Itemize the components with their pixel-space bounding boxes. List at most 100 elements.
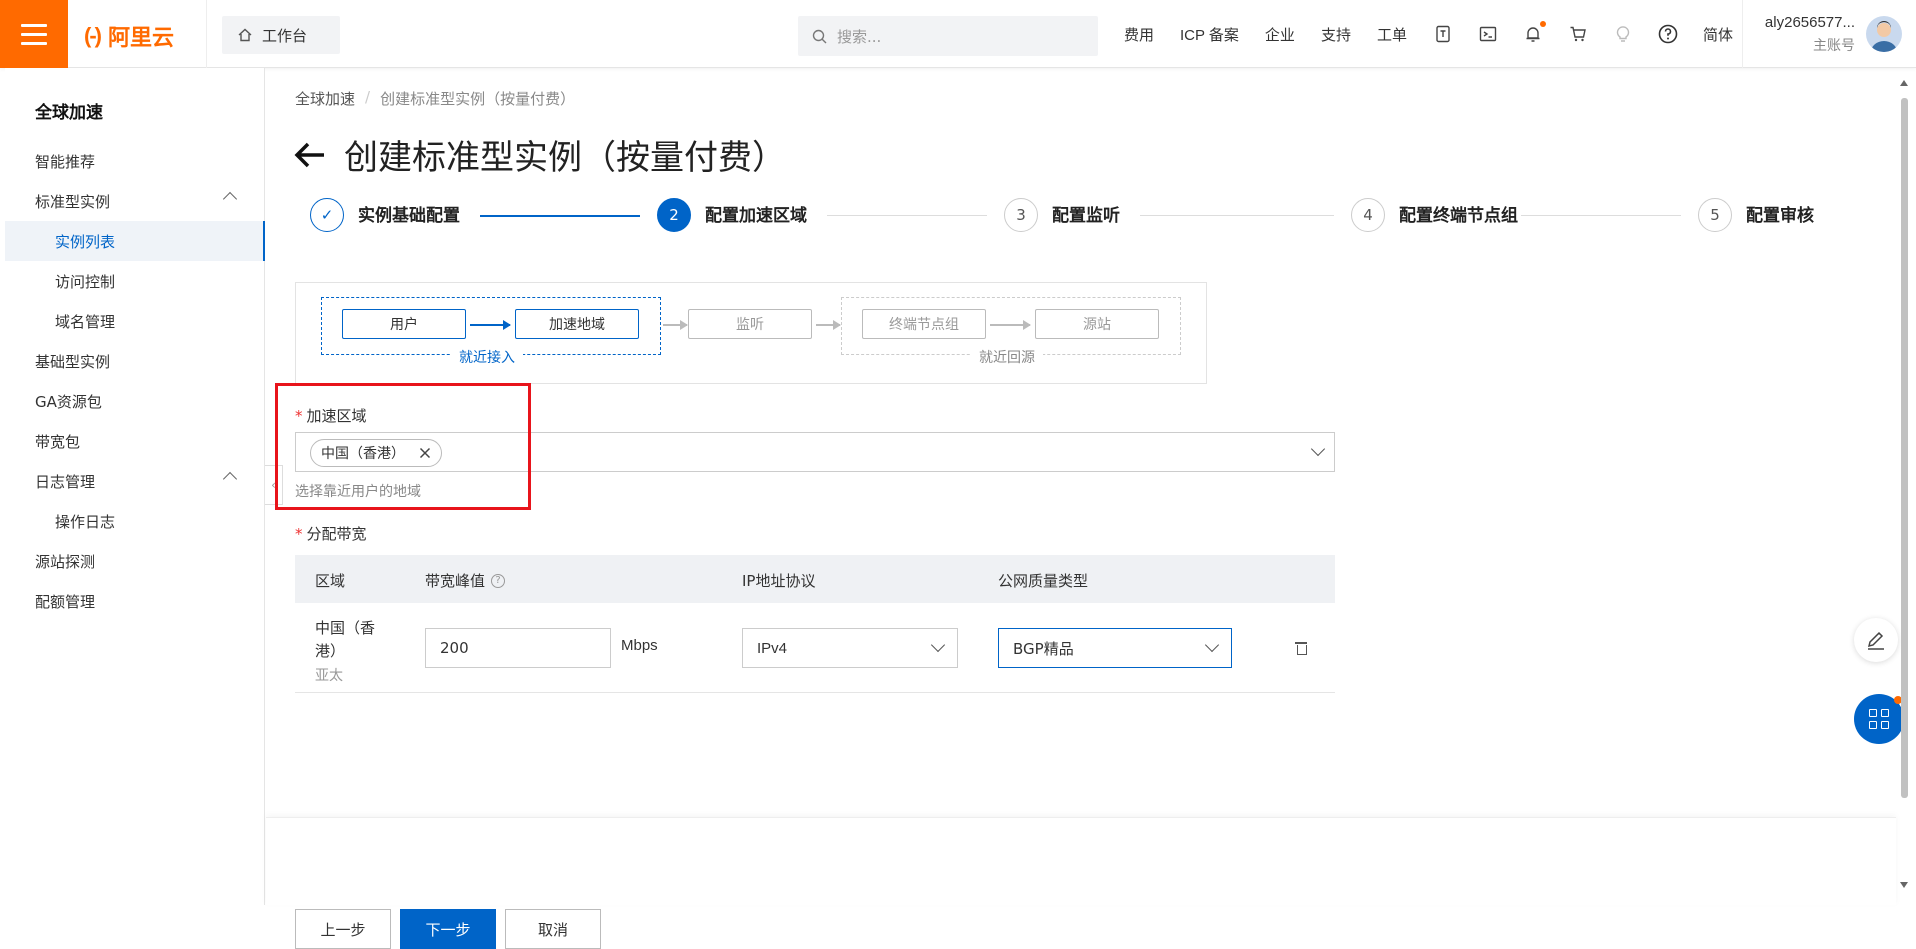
sidebar-item-label: 域名管理 <box>55 312 116 331</box>
language-switch[interactable]: 简体 <box>1703 24 1733 45</box>
breadcrumb-root[interactable]: 全球加速 <box>295 88 355 109</box>
nav-enterprise[interactable]: 企业 <box>1265 24 1295 45</box>
help-icon[interactable] <box>1658 24 1678 44</box>
account-name: aly2656577... <box>1764 14 1855 31</box>
table-row: 中国（香港） 亚太 200 Mbps IPv4 BGP精品 <box>295 603 1335 693</box>
step-number: 5 <box>1698 198 1732 232</box>
footer-bar: 上一步 下一步 取消 <box>266 817 1896 949</box>
sidebar-item-origin-probe[interactable]: 源站探测 <box>5 541 265 581</box>
scrollbar[interactable] <box>1898 76 1910 896</box>
scroll-down-icon[interactable] <box>1900 882 1908 888</box>
table-header: 区域 带宽峰值 ? IP地址协议 公网质量类型 <box>295 555 1335 603</box>
sidebar-item-quota-management[interactable]: 配额管理 <box>5 581 265 621</box>
notification-dot <box>1539 21 1546 27</box>
chevron-down-icon <box>1310 441 1326 457</box>
menu-icon[interactable] <box>0 0 68 68</box>
account-info[interactable]: aly2656577... 主账号 <box>1755 14 1855 55</box>
endpoint-group-box: 终端节点组 <box>862 309 986 339</box>
column-header-bandwidth: 带宽峰值 ? <box>425 570 506 591</box>
sidebar-item-label: 源站探测 <box>35 552 96 571</box>
search-placeholder: 搜索... <box>837 27 882 46</box>
required-mark: * <box>295 525 303 543</box>
next-button[interactable]: 下一步 <box>400 909 496 949</box>
column-header-quality: 公网质量类型 <box>998 572 1089 590</box>
sidebar-item-ga-package[interactable]: GA资源包 <box>5 381 265 421</box>
sidebar-item-basic-instance[interactable]: 基础型实例 <box>5 341 265 381</box>
column-header-label: 带宽峰值 <box>425 572 486 590</box>
breadcrumb-separator: / <box>365 88 371 106</box>
sidebar-item-domain-management[interactable]: 域名管理 <box>5 301 265 341</box>
column-header-ip-protocol: IP地址协议 <box>742 572 816 590</box>
terminal-icon[interactable] <box>1478 24 1498 44</box>
step-2: 2 配置加速区域 <box>657 198 825 232</box>
sidebar-title: 全球加速 <box>35 103 103 123</box>
avatar[interactable] <box>1866 16 1902 52</box>
scroll-up-icon[interactable] <box>1900 80 1908 86</box>
help-icon[interactable]: ? <box>491 573 506 588</box>
workbench-label: 工作台 <box>262 26 308 45</box>
cart-icon[interactable] <box>1568 24 1588 44</box>
sidebar-item-label: 基础型实例 <box>35 352 111 371</box>
nav-icp[interactable]: ICP 备案 <box>1180 24 1239 45</box>
divider <box>206 0 207 68</box>
step-label: 实例基础配置 <box>358 206 460 226</box>
bulb-icon[interactable] <box>1613 24 1633 44</box>
back-arrow-icon[interactable] <box>294 141 326 169</box>
bandwidth-label-text: 分配带宽 <box>306 525 367 543</box>
sidebar-item-log-management[interactable]: 日志管理 <box>5 461 265 501</box>
highlight-box <box>275 383 531 510</box>
sidebar-item-access-control[interactable]: 访问控制 <box>5 261 265 301</box>
edit-icon[interactable] <box>1854 618 1898 662</box>
workbench-button[interactable]: 工作台 <box>222 16 340 54</box>
aliyun-logo[interactable]: (-) 阿里云 <box>84 20 174 52</box>
step-connector <box>827 215 987 216</box>
sidebar-item-smart-recommend[interactable]: 智能推荐 <box>5 141 265 181</box>
cancel-button[interactable]: 取消 <box>505 909 601 949</box>
step-connector <box>1140 215 1334 216</box>
search-box[interactable]: 搜索... <box>798 16 1098 56</box>
breadcrumb-current: 创建标准型实例（按量付费） <box>380 90 576 108</box>
bandwidth-input[interactable]: 200 <box>425 628 611 668</box>
apps-grid-icon[interactable] <box>1854 694 1904 744</box>
sidebar-item-label: GA资源包 <box>35 392 102 411</box>
app-icon[interactable] <box>1433 24 1453 44</box>
step-label: 配置终端节点组 <box>1399 206 1518 226</box>
ip-protocol-value: IPv4 <box>757 639 788 657</box>
region-name: 中国（香港） <box>315 619 376 660</box>
account-role: 主账号 <box>1813 38 1855 54</box>
ip-protocol-select[interactable]: IPv4 <box>742 628 958 668</box>
access-label: 就近接入 <box>451 347 523 367</box>
chevron-up-icon <box>222 471 238 487</box>
return-label: 就近回源 <box>971 347 1043 367</box>
listener-box: 监听 <box>688 309 812 339</box>
bell-icon[interactable] <box>1523 21 1546 44</box>
scroll-thumb[interactable] <box>1901 98 1908 798</box>
stepper: ✓ 实例基础配置 2 配置加速区域 3 配置监听 4 配置终端节点组 5 配置审… <box>310 198 1890 258</box>
top-nav: 费用 ICP 备案 企业 支持 工单 简体 <box>1124 0 1759 68</box>
sidebar-item-instance-list[interactable]: 实例列表 <box>5 221 265 261</box>
region-area: 亚太 <box>315 668 343 684</box>
nav-ticket[interactable]: 工单 <box>1377 24 1407 45</box>
region-box: 加速地域 <box>515 309 639 339</box>
sidebar-item-bandwidth-package[interactable]: 带宽包 <box>5 421 265 461</box>
sidebar-item-label: 智能推荐 <box>35 152 96 171</box>
bandwidth-field-label: * 分配带宽 <box>295 523 367 544</box>
check-icon: ✓ <box>310 198 344 232</box>
arrow-icon <box>663 321 688 329</box>
sidebar-item-operation-log[interactable]: 操作日志 <box>5 501 265 541</box>
quality-select[interactable]: BGP精品 <box>998 628 1232 668</box>
step-number: 2 <box>657 198 691 232</box>
user-box: 用户 <box>342 309 466 339</box>
sidebar-item-label: 日志管理 <box>35 472 96 491</box>
step-label: 配置加速区域 <box>705 206 807 226</box>
sidebar-item-label: 带宽包 <box>35 432 81 451</box>
nav-support[interactable]: 支持 <box>1321 24 1351 45</box>
nav-billing[interactable]: 费用 <box>1124 24 1154 45</box>
step-4: 4 配置终端节点组 <box>1351 198 1519 232</box>
main-content: 全球加速 / 创建标准型实例（按量付费） 创建标准型实例（按量付费） ✓ 实例基… <box>266 68 1896 949</box>
step-label: 配置审核 <box>1746 206 1814 226</box>
trash-icon[interactable] <box>1295 641 1307 655</box>
prev-button[interactable]: 上一步 <box>295 909 391 949</box>
sidebar-item-standard-instance[interactable]: 标准型实例 <box>5 181 265 221</box>
step-connector <box>1521 215 1681 216</box>
